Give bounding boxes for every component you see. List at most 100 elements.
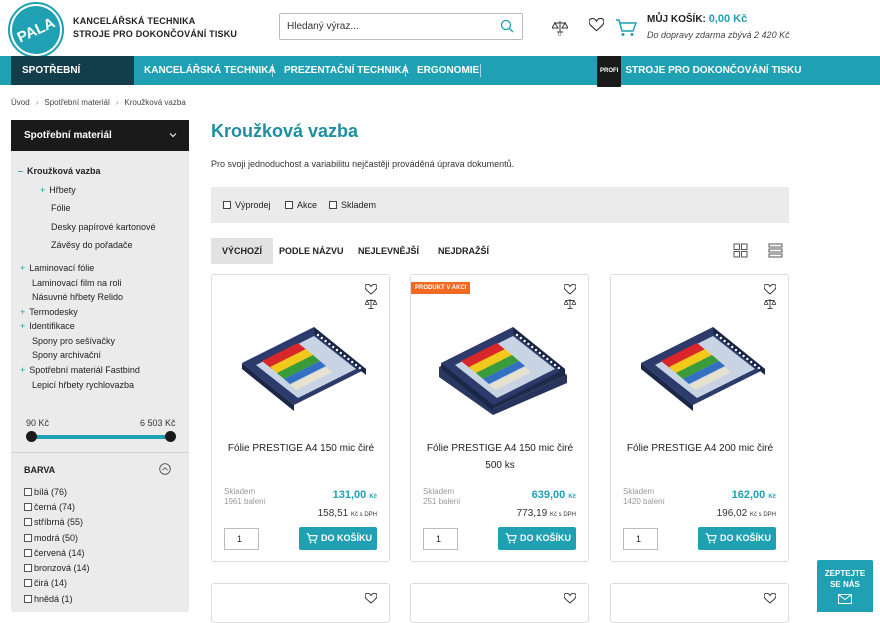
sidebar-header[interactable]: Spotřební materiál	[11, 120, 189, 151]
quantity-input[interactable]: 1	[423, 528, 458, 550]
checkbox[interactable]	[223, 201, 231, 209]
quantity-input[interactable]: 1	[623, 528, 658, 550]
checkbox[interactable]	[24, 564, 32, 572]
page-title: Kroužková vazba	[211, 121, 359, 141]
breadcrumb-item[interactable]: Spotřební materiál	[44, 98, 109, 107]
nav-separator	[405, 64, 406, 77]
product-card[interactable]	[610, 583, 789, 623]
price-range-slider[interactable]	[31, 435, 171, 439]
checkbox[interactable]	[24, 534, 32, 542]
filter-akce[interactable]: Akce	[285, 200, 317, 210]
nav-item-stroje[interactable]: PROFI STROJE PRO DOKONČOVÁNÍ TISKU	[597, 56, 801, 87]
product-name[interactable]: Fólie PRESTIGE A4 200 mic čiré	[619, 440, 781, 457]
price-value: 131,00	[332, 489, 367, 501]
sort-most-expensive[interactable]: NEJDRAŽŠÍ	[427, 238, 500, 264]
sidebar-item-folie[interactable]: Fólie	[51, 203, 71, 213]
checkbox[interactable]	[329, 201, 337, 209]
category-label: Hřbety	[49, 185, 76, 195]
add-to-cart-button[interactable]: DO KOŠÍKU	[299, 527, 377, 550]
checkbox[interactable]	[24, 595, 32, 603]
sidebar-item-desky[interactable]: Desky papírové kartonové	[51, 222, 156, 232]
color-option[interactable]: stříbrná (55)	[24, 517, 83, 527]
search-input[interactable]: Hledaný výraz...	[279, 13, 523, 40]
heart-icon[interactable]	[764, 593, 776, 604]
color-option[interactable]: červená (14)	[24, 548, 85, 558]
search-icon[interactable]	[500, 19, 514, 33]
category-label: Spony pro sešívačky	[32, 336, 116, 346]
product-image[interactable]	[631, 305, 771, 415]
cart-icon[interactable]	[615, 17, 637, 37]
add-to-cart-button[interactable]: DO KOŠÍKU	[698, 527, 776, 550]
heart-icon[interactable]	[365, 284, 377, 295]
product-card[interactable]	[410, 583, 589, 623]
filter-skladem[interactable]: Skladem	[329, 200, 376, 210]
color-option[interactable]: čirá (14)	[24, 578, 67, 588]
product-card[interactable]: Fólie PRESTIGE A4 200 mic čiré Skladem 1…	[610, 274, 789, 562]
sidebar-item-spony-sesivacky[interactable]: Spony pro sešívačky	[32, 336, 115, 346]
collapse-icon[interactable]	[159, 463, 171, 475]
product-card[interactable]	[211, 583, 390, 623]
category-label: Lepicí hřbety rychlovazba	[32, 380, 135, 390]
sort-default[interactable]: VÝCHOZÍ	[211, 238, 274, 264]
sidebar-item-spony-archivacni[interactable]: Spony archivační	[32, 350, 101, 360]
category-mark: +	[20, 263, 26, 273]
stock-status: Skladem 1420 balení	[623, 487, 665, 507]
sort-cheapest[interactable]: NEJLEVNĚJŠÍ	[347, 238, 430, 264]
breadcrumb-separator: ›	[115, 98, 119, 107]
product-image[interactable]	[232, 305, 372, 415]
sidebar-item-termodesky[interactable]: + Termodesky	[20, 307, 78, 317]
breadcrumb-item[interactable]: Úvod	[11, 98, 30, 107]
checkbox[interactable]	[285, 201, 293, 209]
grid-view-icon[interactable]	[733, 243, 748, 258]
checkbox[interactable]	[24, 549, 32, 557]
product-name[interactable]: Fólie PRESTIGE A4 150 mic čiré	[220, 440, 382, 457]
product-image[interactable]	[431, 305, 571, 415]
nav-item-spotrebni[interactable]: SPOTŘEBNÍ MATERIÁL	[11, 56, 134, 105]
breadcrumb-separator: ›	[35, 98, 39, 107]
checkbox[interactable]	[24, 503, 32, 511]
add-to-cart-button[interactable]: DO KOŠÍKU	[498, 527, 576, 550]
sidebar-item-krouzkova-vazba[interactable]: – Kroužková vazba	[18, 166, 101, 176]
sidebar-item-identifikace[interactable]: + Identifikace	[20, 321, 75, 331]
list-view-icon[interactable]	[768, 243, 783, 258]
heart-icon[interactable]	[764, 284, 776, 295]
heart-icon[interactable]	[564, 284, 576, 295]
color-option[interactable]: bílá (76)	[24, 487, 67, 497]
nav-item-kancelarska[interactable]: KANCELÁŘSKÁ TECHNIKA	[144, 56, 276, 85]
sidebar-item-zavesy[interactable]: Závěsy do pořadače	[51, 240, 133, 250]
sidebar-item-nasuvne-hrbety[interactable]: Násuvné hřbety Relido	[32, 292, 123, 302]
sort-by-name[interactable]: PODLE NÁZVU	[268, 238, 355, 264]
filter-vyprodej[interactable]: Výprodej	[223, 200, 271, 210]
sidebar-item-fastbind[interactable]: + Spotřební materiál Fastbind	[20, 365, 140, 375]
sidebar-item-laminovaci-folie[interactable]: + Laminovací fólie	[20, 263, 94, 273]
price-slider-handle-min[interactable]	[26, 431, 37, 442]
color-option[interactable]: modrá (50)	[24, 533, 78, 543]
product-name[interactable]: Fólie PRESTIGE A4 150 mic čiré 500 ks	[419, 440, 581, 474]
cart-summary[interactable]: MŮJ KOŠÍK: 0,00 Kč	[647, 13, 747, 25]
checkbox[interactable]	[24, 579, 32, 587]
color-option[interactable]: bronzová (14)	[24, 563, 90, 573]
heart-icon[interactable]	[365, 593, 377, 604]
color-option[interactable]: černá (74)	[24, 502, 75, 512]
price: 639,00 Kč	[532, 489, 576, 501]
heart-icon[interactable]	[589, 18, 604, 32]
stock-status: Skladem 251 balení	[423, 487, 460, 507]
cart-total: 0,00 Kč	[708, 13, 748, 25]
sidebar-item-laminovaci-film[interactable]: Laminovací film na roli	[32, 278, 122, 288]
product-card[interactable]: PRODUKT V AKCI Fólie PRESTIGE A4 150 mic…	[410, 274, 589, 562]
checkbox[interactable]	[24, 518, 32, 526]
price-slider-handle-max[interactable]	[165, 431, 176, 442]
sidebar-item-hrbety[interactable]: + Hřbety	[40, 185, 76, 195]
nav-item-prezentacni[interactable]: PREZENTAČNÍ TECHNIKA	[284, 56, 409, 85]
color-filter-heading[interactable]: BARVA	[24, 465, 55, 475]
sidebar-item-rychlovazba[interactable]: Lepicí hřbety rychlovazba	[32, 380, 134, 390]
product-card[interactable]: Fólie PRESTIGE A4 150 mic čiré Skladem 1…	[211, 274, 390, 562]
nav-item-ergonomie[interactable]: ERGONOMIE	[417, 56, 479, 85]
checkbox[interactable]	[24, 488, 32, 496]
category-mark: +	[20, 365, 26, 375]
quantity-input[interactable]: 1	[224, 528, 259, 550]
logo[interactable]: PALA	[4, 0, 68, 62]
ask-us-button[interactable]: ZEPTEJTE SE NÁS	[817, 560, 873, 612]
heart-icon[interactable]	[564, 593, 576, 604]
color-option[interactable]: hnědá (1)	[24, 594, 73, 604]
